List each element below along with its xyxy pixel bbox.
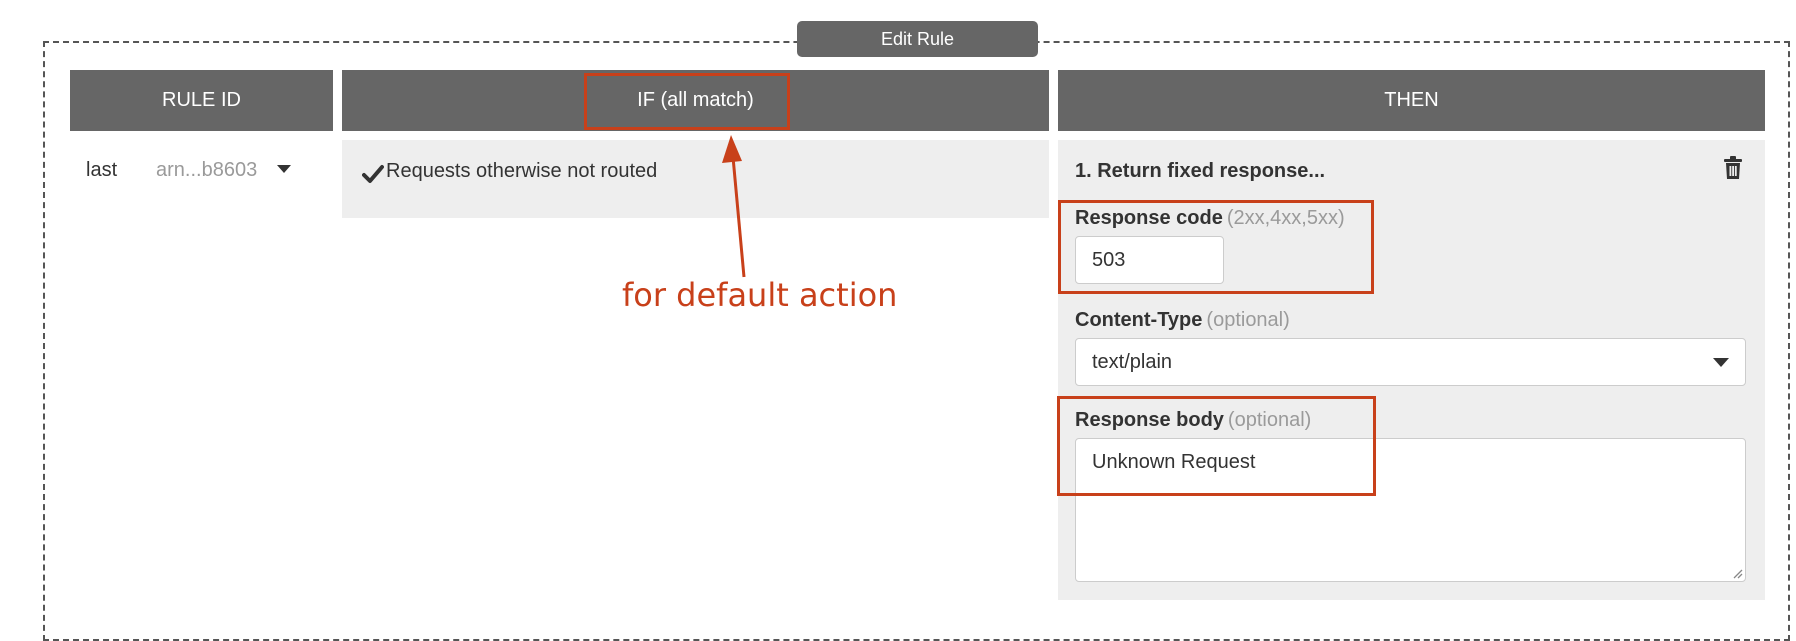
rule-priority: last (86, 158, 118, 181)
response-code-value: 503 (1092, 248, 1126, 271)
column-header-if: IF (all match) (342, 70, 1049, 131)
chevron-down-icon[interactable] (277, 165, 291, 173)
content-type-label: Content-Type (optional) (1075, 309, 1290, 332)
content-type-value: text/plain (1092, 350, 1173, 373)
response-body-hint: (optional) (1227, 409, 1312, 431)
rule-id-cell: last arn...b8603 (70, 140, 333, 200)
action-title: 1. Return fixed response... (1075, 160, 1326, 182)
trash-icon[interactable] (1723, 156, 1743, 180)
content-type-label-text: Content-Type (1075, 309, 1203, 331)
column-header-rule-id: RULE ID (70, 70, 333, 131)
response-body-label-text: Response body (1075, 409, 1224, 431)
condition-cell: Requests otherwise not routed (342, 140, 1049, 218)
annotation-label: for default action (622, 276, 898, 314)
response-body-textarea[interactable]: Unknown Request (1075, 438, 1746, 582)
response-code-label-text: Response code (1075, 207, 1223, 229)
edit-rule-tab: Edit Rule (797, 21, 1038, 57)
action-panel: 1. Return fixed response... Response cod… (1058, 140, 1765, 600)
content-type-select[interactable]: text/plain (1075, 338, 1746, 386)
rule-arn[interactable]: arn...b8603 (156, 159, 257, 182)
chevron-down-icon (1713, 358, 1729, 367)
response-body-value: Unknown Request (1092, 451, 1256, 473)
response-code-input[interactable]: 503 (1075, 236, 1224, 284)
response-body-label: Response body (optional) (1075, 409, 1311, 432)
annotation-arrow (722, 135, 746, 278)
resize-grip-icon[interactable] (1731, 567, 1743, 579)
response-code-label: Response code (2xx,4xx,5xx) (1075, 207, 1345, 230)
response-code-hint: (2xx,4xx,5xx) (1226, 207, 1345, 229)
condition-text: Requests otherwise not routed (386, 160, 658, 182)
content-type-hint: (optional) (1206, 309, 1290, 331)
checkmark-icon (362, 165, 384, 183)
column-header-then: THEN (1058, 70, 1765, 131)
